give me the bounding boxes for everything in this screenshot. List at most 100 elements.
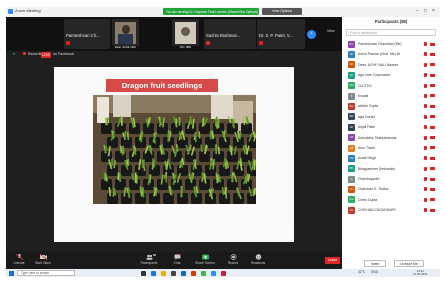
mail-icon[interactable] (181, 270, 186, 276)
language-indicator[interactable]: ENG (371, 270, 378, 274)
security-shield-icon[interactable]: ● (13, 52, 15, 56)
microphone-muted-icon[interactable] (424, 114, 427, 119)
participant-name: Dean, ACHF, NAU Navsari (358, 62, 399, 67)
participant-row[interactable]: AT Aniruddha Thakkahanwar (342, 133, 440, 143)
microphone-muted-icon[interactable] (424, 83, 427, 88)
invite-button[interactable]: Invite (364, 260, 386, 267)
edge-browser-icon[interactable] (151, 270, 156, 276)
participant-row[interactable]: AG abhish Gupta (342, 101, 440, 111)
maximize-icon[interactable]: □ (424, 8, 427, 14)
video-off-icon[interactable] (430, 42, 435, 46)
microphone-muted-icon[interactable] (424, 73, 427, 78)
video-off-icon[interactable] (430, 73, 435, 77)
video-off-icon[interactable] (430, 167, 435, 171)
participant-row[interactable]: AC Agri-care Corporation (342, 70, 440, 80)
microphone-muted-icon[interactable] (424, 104, 427, 109)
participant-row[interactable]: Ttirupati (342, 91, 440, 101)
microphone-muted-icon[interactable] (424, 42, 427, 46)
participant-row[interactable]: OU OUJTEU (342, 81, 440, 91)
share-screen-button[interactable]: Share Screen (192, 254, 218, 265)
close-icon[interactable]: × (432, 8, 435, 14)
participant-row[interactable]: AP Ankur Parmar (Host, Me) 4k (342, 49, 440, 59)
chrome-icon[interactable] (201, 270, 206, 276)
microphone-muted-icon[interactable] (424, 145, 427, 150)
video-off-icon[interactable] (430, 63, 435, 67)
microphone-muted-icon[interactable] (424, 166, 427, 171)
video-off-icon[interactable] (430, 52, 435, 56)
muted-icon (259, 41, 263, 45)
recording-bar: ● Recording LIVE on Facebook (6, 51, 342, 59)
video-off-icon[interactable] (430, 136, 435, 140)
unmute-button[interactable]: Unmute (8, 254, 30, 265)
video-off-icon[interactable] (430, 198, 435, 202)
reactions-button[interactable]: Reactions (246, 254, 270, 265)
chat-button[interactable]: Chat (166, 254, 188, 265)
participant-row[interactable]: PC Parmeshvari Chaudhari (Me) (342, 39, 440, 49)
avatar: AT (348, 144, 355, 152)
app-icon[interactable] (221, 270, 226, 276)
leave-button[interactable]: Leave (325, 257, 340, 264)
microphone-muted-icon[interactable] (424, 125, 427, 130)
participant-row[interactable]: AS Avadi Singh (342, 153, 440, 163)
participant-row[interactable]: AT Arun Tiwari (342, 143, 440, 153)
weather-text[interactable]: 32°C (358, 270, 365, 274)
participant-row[interactable]: CG Chetu Gupta (342, 195, 440, 205)
participant-row[interactable]: AD ajay Dorani (342, 112, 440, 122)
participant-search-input[interactable]: Find a participant (346, 29, 436, 36)
office-icon[interactable] (191, 270, 196, 276)
avatar: T (348, 92, 355, 100)
participants-button[interactable]: Participants (136, 254, 162, 265)
view-options-button[interactable]: View Options (262, 8, 302, 15)
start-video-button[interactable]: Start Video (32, 254, 54, 265)
microphone-muted-icon[interactable] (424, 93, 427, 98)
microphone-muted-icon[interactable] (424, 62, 427, 67)
video-off-icon[interactable] (430, 156, 435, 160)
video-off-icon[interactable] (430, 94, 435, 98)
video-off-icon[interactable] (430, 177, 435, 181)
taskbar-clock[interactable]: 13:44 21-05-2022 (413, 269, 427, 277)
video-off-icon[interactable] (430, 187, 435, 191)
microphone-muted-icon[interactable] (424, 208, 427, 213)
windows-start-icon[interactable] (9, 270, 14, 276)
participant-row[interactable]: CH Chandran H. Thakur (342, 184, 440, 194)
live-destination[interactable]: on Facebook (53, 52, 74, 56)
participant-row[interactable]: CC CHICHAN CHOUDHARY (342, 205, 440, 215)
microphone-muted-icon[interactable] (424, 197, 427, 202)
video-tile[interactable]: Dean, ACHF, NAU (112, 19, 139, 49)
participant-name: Chandran H. Thakur (358, 187, 389, 192)
video-off-icon[interactable] (430, 208, 435, 212)
task-view-icon[interactable] (141, 270, 146, 276)
minimize-icon[interactable]: – (416, 8, 419, 14)
participant-row[interactable]: DN Dean, ACHF, NAU Navsari (342, 60, 440, 70)
record-label: Record (227, 261, 239, 265)
next-videos-button[interactable]: › (307, 30, 316, 39)
video-tile[interactable]: Sachin Brahman... (204, 19, 256, 49)
microphone-muted-icon[interactable] (424, 187, 427, 192)
microphone-muted-icon[interactable] (424, 52, 427, 57)
video-tile[interactable]: Parmeshvari Ch... (64, 19, 110, 49)
unmute-me-button[interactable]: Unmute Me (394, 260, 424, 267)
record-button[interactable]: Record (222, 254, 244, 265)
view-button[interactable]: View (327, 29, 335, 33)
participant-row[interactable]: C Chandrapprith (342, 174, 440, 184)
microphone-muted-icon[interactable] (424, 135, 427, 140)
participant-row[interactable]: BD Bhagyashree Deshmukh (342, 164, 440, 174)
participant-row[interactable]: AP Anjali Patel (342, 122, 440, 132)
store-icon[interactable] (171, 270, 176, 276)
zoom-taskbar-icon[interactable] (211, 270, 216, 276)
participant-name: Parmeshvari Ch... (66, 33, 100, 38)
video-off-icon[interactable] (430, 146, 435, 150)
video-tile[interactable]: Dr. Z. P. Patel, V... (257, 19, 305, 49)
file-explorer-icon[interactable] (161, 270, 166, 276)
avatar: PC (348, 40, 355, 48)
taskbar-search-input[interactable]: Type here to search (17, 270, 75, 276)
muted-icon (66, 41, 70, 45)
video-off-icon[interactable] (430, 84, 435, 88)
video-tile[interactable]: CIO, NBU (172, 19, 199, 49)
reactions-label: Reactions (250, 261, 266, 265)
video-off-icon[interactable] (430, 115, 435, 119)
microphone-muted-icon[interactable] (424, 177, 427, 182)
video-off-icon[interactable] (430, 104, 435, 108)
video-off-icon[interactable] (430, 125, 435, 129)
microphone-muted-icon[interactable] (424, 156, 427, 161)
